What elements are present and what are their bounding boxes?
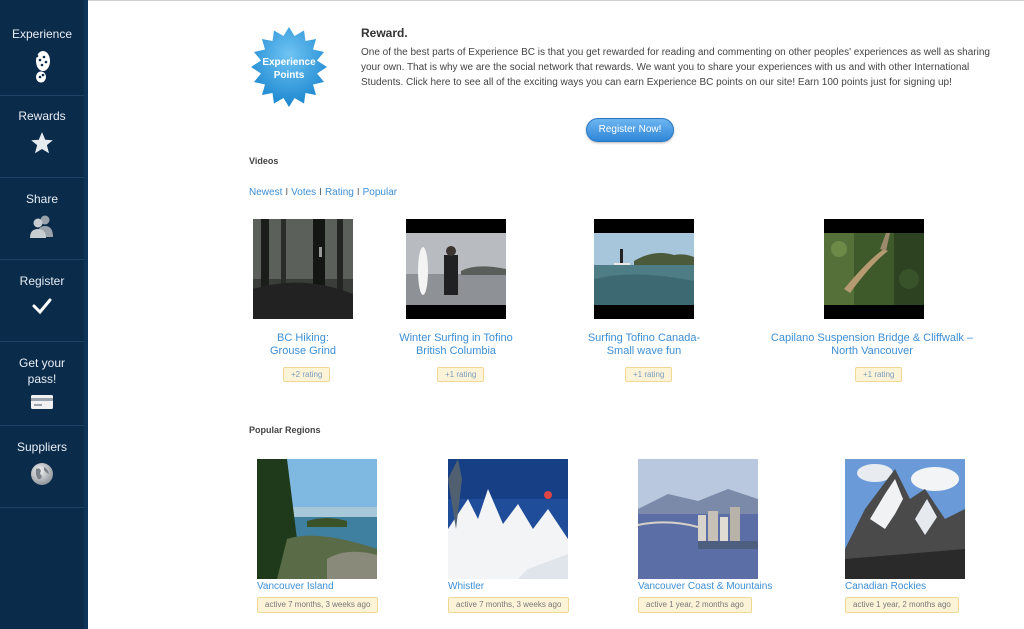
region-name-link[interactable]: Canadian Rockies — [845, 581, 926, 592]
sidebar-item-suppliers[interactable]: Suppliers — [0, 426, 84, 508]
badge-text-line1: Experience — [262, 57, 316, 68]
sidebar-item-label: Suppliers — [16, 440, 68, 454]
reward-title: Reward. — [361, 26, 408, 40]
filter-popular-link[interactable]: Popular — [363, 187, 397, 198]
videos-heading: Videos — [249, 156, 279, 166]
sidebar-item-label: Share — [25, 192, 59, 206]
card-icon — [31, 395, 53, 409]
region-image-vancouver-island[interactable] — [257, 459, 377, 579]
footprint-icon — [35, 51, 50, 83]
video-filters: Newest I Votes I Rating I Popular — [249, 187, 398, 198]
region-image-vancouver-coast[interactable] — [638, 459, 758, 579]
reward-description: One of the best parts of Experience BC i… — [361, 47, 990, 88]
activity-badge: active 7 months, 3 weeks ago — [257, 597, 379, 613]
video-title[interactable]: Surfing Tofino Canada- Small wave fun — [568, 332, 720, 358]
rating-badge: +1 rating — [855, 367, 903, 382]
video-title[interactable]: BC Hiking: Grouse Grind — [253, 332, 353, 358]
rating-badge: +1 rating — [625, 367, 673, 382]
experience-points-badge: Experience Points — [248, 26, 330, 108]
sidebar-item-label: Experience — [11, 27, 73, 41]
activity-badge: active 7 months, 3 weeks ago — [448, 597, 570, 613]
checkmark-icon — [32, 298, 52, 315]
register-now-button[interactable]: Register Now! — [586, 118, 674, 142]
video-thumbnail-hiking[interactable] — [253, 219, 353, 319]
sidebar-item-register[interactable]: Register — [0, 260, 84, 342]
video-thumbnail-surfing-tofino[interactable] — [594, 219, 694, 319]
sidebar-item-label: Get your pass! — [18, 356, 66, 386]
region-name-link[interactable]: Vancouver Island — [257, 581, 334, 592]
filter-votes-link[interactable]: Votes — [291, 187, 316, 198]
people-icon — [30, 215, 53, 238]
video-title[interactable]: Winter Surfing in Tofino British Columbia — [380, 332, 532, 358]
sidebar-item-label: Rewards — [18, 109, 66, 123]
sidebar-item-share[interactable]: Share — [0, 178, 84, 260]
badge-text-line2: Points — [274, 70, 305, 81]
sidebar-nav: Experience Rewards Share Register Get yo… — [0, 0, 88, 629]
rating-badge: +2 rating — [283, 367, 331, 382]
top-border — [88, 0, 1024, 1]
sidebar-edge — [84, 0, 88, 629]
filter-rating-link[interactable]: Rating — [325, 187, 354, 198]
sidebar-item-experience[interactable]: Experience — [0, 0, 84, 96]
sidebar-item-get-your-pass[interactable]: Get your pass! — [0, 342, 84, 426]
sidebar-item-label: Register — [19, 274, 65, 288]
filter-newest-link[interactable]: Newest — [249, 187, 282, 198]
popular-regions-heading: Popular Regions — [249, 425, 321, 435]
activity-badge: active 1 year, 2 months ago — [845, 597, 959, 613]
region-name-link[interactable]: Whistler — [448, 581, 484, 592]
rating-badge: +1 rating — [437, 367, 485, 382]
activity-badge: active 1 year, 2 months ago — [638, 597, 752, 613]
sidebar-item-rewards[interactable]: Rewards — [0, 96, 84, 178]
video-title[interactable]: Capilano Suspension Bridge & Cliffwalk –… — [762, 332, 982, 358]
star-icon — [31, 132, 53, 154]
video-thumbnail-winter-surfing[interactable] — [406, 219, 506, 319]
region-image-canadian-rockies[interactable] — [845, 459, 965, 579]
video-thumbnail-capilano[interactable] — [824, 219, 924, 319]
globe-icon — [31, 463, 53, 485]
region-image-whistler[interactable] — [448, 459, 568, 579]
region-name-link[interactable]: Vancouver Coast & Mountains — [638, 581, 772, 592]
